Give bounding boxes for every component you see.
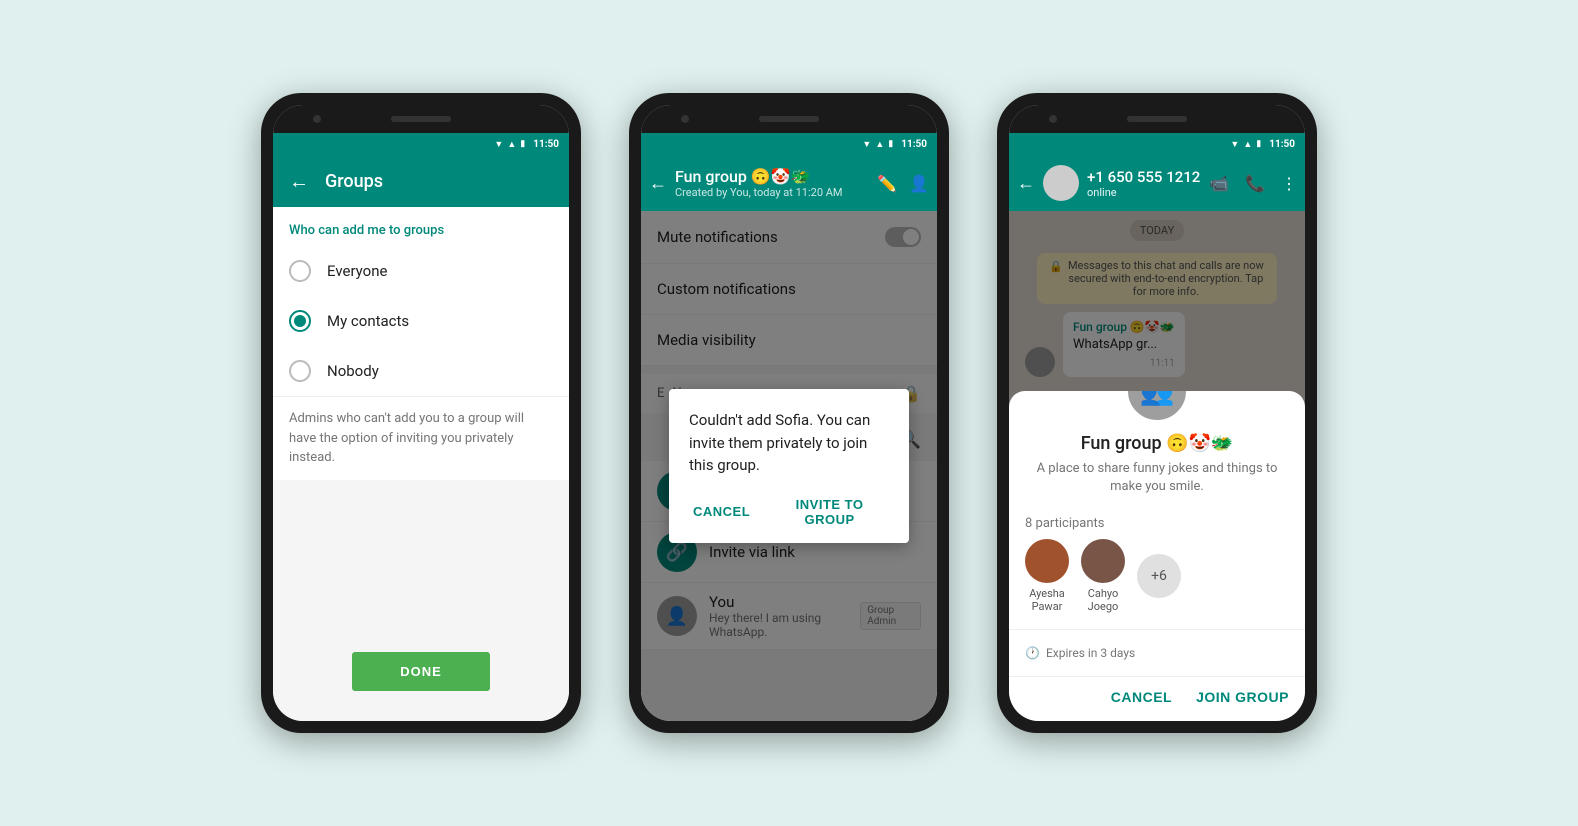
dialog-message: Couldn't add Sofia. You can invite them … [689, 409, 889, 477]
avatar-ayesha [1025, 539, 1069, 583]
group-info-content: Mute notifications Custom notifications … [641, 211, 937, 721]
invite-actions: CANCEL JOIN GROUP [1009, 685, 1305, 705]
chat-background: TODAY 🔒 Messages to this chat and calls … [1009, 211, 1305, 721]
clock-icon: 🕐 [1025, 646, 1040, 660]
phone-2: ▼ ▲ ▮ 11:50 ← Fun group 🙃🤡🐲 Created by Y… [629, 93, 949, 733]
radio-circle-mycontacts [289, 310, 311, 332]
more-icon[interactable]: ⋮ [1281, 174, 1297, 193]
back-icon-3[interactable]: ← [1017, 173, 1035, 194]
avatar-cahyo [1081, 539, 1125, 583]
radio-label-nobody: Nobody [327, 362, 379, 380]
groups-settings-content: Who can add me to groups Everyone My con… [273, 207, 569, 721]
battery-icon-3: ▮ [1256, 139, 1261, 149]
done-button[interactable]: DONE [352, 652, 490, 691]
invite-avatar-plus: +6 [1137, 554, 1181, 598]
invite-expires: 🕐 Expires in 3 days [1009, 638, 1305, 668]
invite-avatar-1: AyeshaPawar [1025, 539, 1069, 613]
avatar-ayesha-name: AyeshaPawar [1029, 587, 1065, 613]
contact-status: online [1087, 186, 1200, 199]
contact-avatar [1043, 165, 1079, 201]
radio-circle-nobody [289, 360, 311, 382]
phone-1-status-bar: ▼ ▲ ▮ 11:50 [273, 133, 569, 155]
radio-everyone[interactable]: Everyone [273, 246, 569, 296]
phone-3-notch [1009, 105, 1305, 133]
invite-participants-count: 8 participants [1009, 508, 1305, 535]
status-time: 11:50 [533, 139, 559, 150]
invite-modal: 👥 Fun group 🙃🤡🐲 A place to share funny j… [1009, 391, 1305, 721]
add-person-icon[interactable]: 👤 [909, 174, 929, 193]
edit-icon[interactable]: ✏️ [877, 174, 897, 193]
expires-text: Expires in 3 days [1046, 646, 1135, 660]
wifi-icon: ▼ [494, 139, 503, 150]
invite-group-desc: A place to share funny jokes and things … [1033, 460, 1281, 496]
phone-3: ▼ ▲ ▮ 11:50 ← +1 650 555 1212 online 📹 📞… [997, 93, 1317, 733]
radio-inner-mycontacts [294, 315, 306, 327]
invite-divider [1009, 629, 1305, 630]
speaker-bar [391, 116, 451, 122]
call-icon[interactable]: 📞 [1245, 174, 1265, 193]
groups-title: Groups [325, 171, 383, 192]
done-button-container: DONE [273, 652, 569, 691]
group-app-bar: ← Fun group 🙃🤡🐲 Created by You, today at… [641, 155, 937, 211]
radio-circle-everyone [289, 260, 311, 282]
wifi-icon-3: ▼ [1230, 139, 1239, 150]
invite-avatar-2: CahyoJoego [1081, 539, 1125, 613]
radio-mycontacts[interactable]: My contacts [273, 296, 569, 346]
contact-actions: 📹 📞 ⋮ [1209, 174, 1297, 193]
signal-icon: ▲ [507, 139, 516, 150]
radio-label-mycontacts: My contacts [327, 312, 409, 330]
phone-2-status-bar: ▼ ▲ ▮ 11:50 [641, 133, 937, 155]
invite-overlay: 👥 Fun group 🙃🤡🐲 A place to share funny j… [1009, 211, 1305, 721]
avatar-plus: +6 [1137, 554, 1181, 598]
dialog-cancel-button[interactable]: CANCEL [689, 493, 754, 531]
section-header: Who can add me to groups [273, 207, 569, 246]
status-time-2: 11:50 [901, 139, 927, 150]
invite-group-avatar: 👥 [1125, 391, 1189, 423]
phone-2-notch [641, 105, 937, 133]
wifi-icon-2: ▼ [862, 139, 871, 150]
back-icon-2[interactable]: ← [649, 173, 667, 194]
contact-app-bar: ← +1 650 555 1212 online 📹 📞 ⋮ [1009, 155, 1305, 211]
radio-nobody[interactable]: Nobody [273, 346, 569, 396]
battery-icon-2: ▮ [888, 139, 893, 149]
app-bar-actions: ✏️ 👤 [877, 174, 929, 193]
back-icon[interactable]: ← [289, 169, 309, 194]
camera-dot-3 [1049, 115, 1057, 123]
phones-container: ▼ ▲ ▮ 11:50 ← Groups Who can add me to g… [0, 53, 1578, 773]
invite-join-button[interactable]: JOIN GROUP [1196, 689, 1289, 705]
invite-dialog: Couldn't add Sofia. You can invite them … [669, 389, 909, 543]
dialog-overlay: Couldn't add Sofia. You can invite them … [641, 211, 937, 721]
group-chat-subtitle: Created by You, today at 11:20 AM [675, 186, 869, 199]
signal-icon-2: ▲ [875, 139, 884, 150]
camera-dot-2 [681, 115, 689, 123]
radio-label-everyone: Everyone [327, 262, 387, 280]
invite-divider-2 [1009, 676, 1305, 677]
battery-icon: ▮ [520, 139, 525, 149]
signal-icon-3: ▲ [1243, 139, 1252, 150]
group-chat-title: Fun group 🙃🤡🐲 [675, 167, 869, 186]
contact-name: +1 650 555 1212 [1087, 168, 1200, 186]
phone-1-notch [273, 105, 569, 133]
dialog-invite-button[interactable]: INVITE TO GROUP [770, 493, 889, 531]
phone-3-status-bar: ▼ ▲ ▮ 11:50 [1009, 133, 1305, 155]
camera-dot [313, 115, 321, 123]
status-time-3: 11:50 [1269, 139, 1295, 150]
avatar-cahyo-name: CahyoJoego [1088, 587, 1119, 613]
phone-1: ▼ ▲ ▮ 11:50 ← Groups Who can add me to g… [261, 93, 581, 733]
speaker-bar-2 [759, 116, 819, 122]
dialog-actions: CANCEL INVITE TO GROUP [689, 493, 889, 531]
video-call-icon[interactable]: 📹 [1209, 174, 1229, 193]
settings-description: Admins who can't add you to a group will… [273, 396, 569, 480]
invite-group-name: Fun group 🙃🤡🐲 [1025, 433, 1289, 454]
invite-cancel-button[interactable]: CANCEL [1111, 689, 1172, 705]
groups-app-bar: ← Groups [273, 155, 569, 207]
invite-avatars-row: AyeshaPawar CahyoJoego +6 [1009, 535, 1305, 621]
speaker-bar-3 [1127, 116, 1187, 122]
